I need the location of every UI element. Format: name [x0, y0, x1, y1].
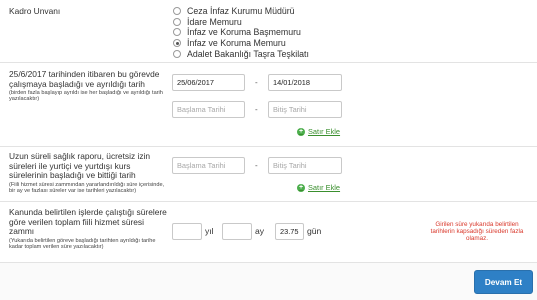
continue-button[interactable]: Devam Et: [474, 270, 533, 294]
rapor-end-date-1[interactable]: [268, 157, 342, 174]
footer-bar: [0, 262, 537, 300]
radio-option-ceza-infaz-kurumu-muduru[interactable]: Ceza İnfaz Kurumu Müdürü: [173, 6, 309, 17]
radio-option-idare-memuru[interactable]: İdare Memuru: [173, 17, 309, 28]
radio-button-selected[interactable]: [173, 39, 181, 48]
gorev-start-date-1[interactable]: [172, 74, 245, 91]
year-unit-label: yıl: [205, 226, 214, 236]
day-unit-label: gün: [307, 226, 322, 236]
rapor-add-row-link[interactable]: + Satır Ekle: [297, 183, 340, 192]
zam-month-input[interactable]: [222, 223, 252, 240]
date-range-dash: -: [255, 78, 258, 87]
radio-button[interactable]: [173, 17, 181, 26]
rapor-start-date-1[interactable]: [172, 157, 245, 174]
radio-button[interactable]: [173, 7, 181, 16]
gorev-end-date-1[interactable]: [268, 74, 342, 91]
plus-circle-icon: +: [297, 127, 305, 136]
radio-option-adalet-bakanligi-tasra-teskilati[interactable]: Adalet Bakanlığı Taşra Teşkilatı: [173, 48, 309, 59]
rapor-section: Uzun süreli sağlık raporu, ücretsiz izin…: [0, 147, 537, 202]
kadro-radio-group: Ceza İnfaz Kurumu Müdürü İdare Memuru İn…: [173, 6, 309, 59]
gorev-add-row-link[interactable]: + Satır Ekle: [297, 127, 340, 136]
zam-note: (Yukarıda belirtilen göreve başladığı ta…: [9, 237, 156, 250]
gorev-section: 25/6/2017 tarihinden itibaren bu görevde…: [0, 63, 537, 147]
rapor-label-block: Uzun süreli sağlık raporu, ücretsiz izin…: [9, 151, 167, 194]
add-row-label: Satır Ekle: [308, 127, 341, 136]
radio-button[interactable]: [173, 49, 181, 58]
radio-button[interactable]: [173, 28, 181, 37]
zam-label-block: Kanunda belirtilen işlerde çalıştığı sür…: [9, 207, 167, 250]
rapor-label: Uzun süreli sağlık raporu, ücretsiz izin…: [9, 151, 151, 180]
month-unit-label: ay: [255, 226, 265, 236]
kadro-label: Kadro Unvanı: [9, 6, 61, 16]
gorev-label: 25/6/2017 tarihinden itibaren bu görevde…: [9, 69, 160, 89]
radio-option-infaz-ve-koruma-memuru[interactable]: İnfaz ve Koruma Memuru: [173, 38, 309, 49]
rapor-note: (Fiili hizmet süresi zammından yararland…: [9, 181, 165, 194]
add-row-label: Satır Ekle: [308, 183, 341, 192]
gorev-note: (birden fazla başlayıp ayrıldı ise her b…: [9, 90, 163, 103]
gorev-end-date-2[interactable]: [268, 101, 342, 118]
gorev-start-date-2[interactable]: [172, 101, 245, 118]
zam-warning-text: Girilen süre yukarıda belirtilen tarihle…: [430, 221, 524, 243]
plus-circle-icon: +: [297, 183, 305, 192]
date-range-dash: -: [255, 105, 258, 114]
zam-day-input[interactable]: [275, 223, 304, 240]
kadro-section: Kadro Unvanı Ceza İnfaz Kurumu Müdürü İd…: [0, 0, 537, 63]
zam-label: Kanunda belirtilen işlerde çalıştığı sür…: [9, 207, 167, 236]
zam-year-input[interactable]: [172, 223, 202, 240]
radio-option-infaz-ve-koruma-basmemuru[interactable]: İnfaz ve Koruma Başmemuru: [173, 27, 309, 38]
date-range-dash: -: [255, 161, 258, 170]
gorev-label-block: 25/6/2017 tarihinden itibaren bu görevde…: [9, 69, 167, 103]
